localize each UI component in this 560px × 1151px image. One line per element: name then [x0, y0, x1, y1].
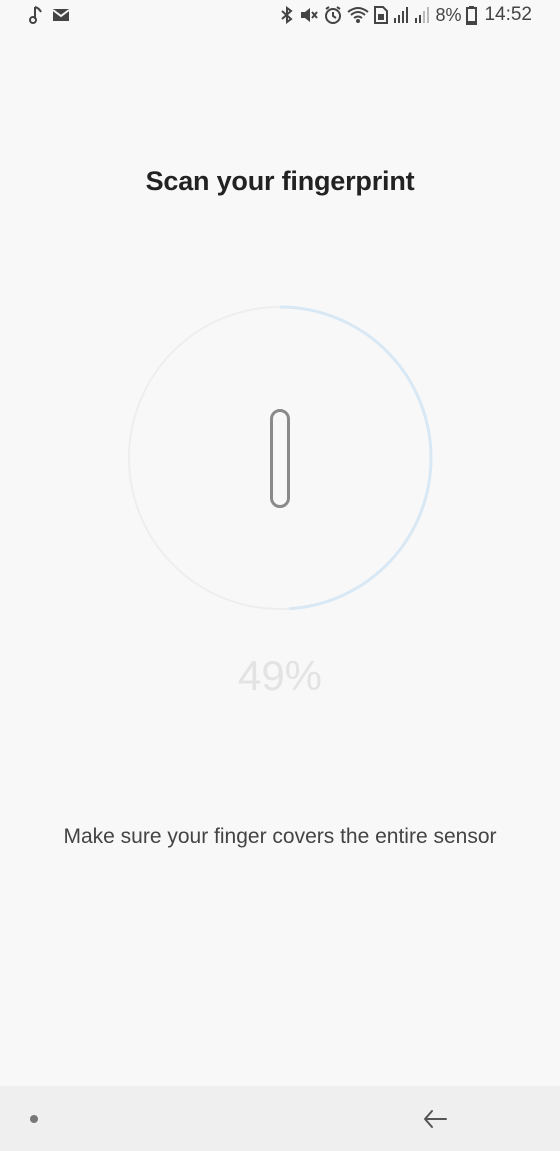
battery-icon: [466, 5, 478, 25]
page-title: Scan your fingerprint: [145, 166, 415, 196]
recents-dot-icon[interactable]: [30, 1115, 38, 1123]
fingerprint-enroll-screen: 8% 14:52 Scan your fingerprint 49% Make …: [0, 0, 560, 1151]
back-arrow-icon[interactable]: [420, 1104, 450, 1134]
signal-weak-icon: [414, 6, 430, 24]
mail-icon: [52, 7, 70, 23]
signal-icon: [393, 6, 409, 24]
status-bar: 8% 14:52: [0, 0, 560, 34]
fingerprint-sensor-icon: [270, 409, 290, 508]
clock: 14:52: [484, 4, 532, 25]
navigation-bar: [0, 1086, 560, 1151]
music-note-icon: [28, 5, 44, 25]
progress-percent: 49%: [237, 652, 323, 699]
mute-icon: [299, 5, 319, 25]
battery-percent: 8%: [435, 5, 462, 25]
bluetooth-icon: [280, 5, 294, 25]
status-bar-notifications: [28, 5, 70, 25]
status-bar-system: 8% 14:52: [280, 4, 532, 26]
wifi-icon: [347, 5, 370, 25]
sim-icon: [374, 6, 389, 24]
alarm-icon: [324, 5, 342, 25]
instruction-text: Make sure your finger covers the entire …: [63, 825, 497, 848]
